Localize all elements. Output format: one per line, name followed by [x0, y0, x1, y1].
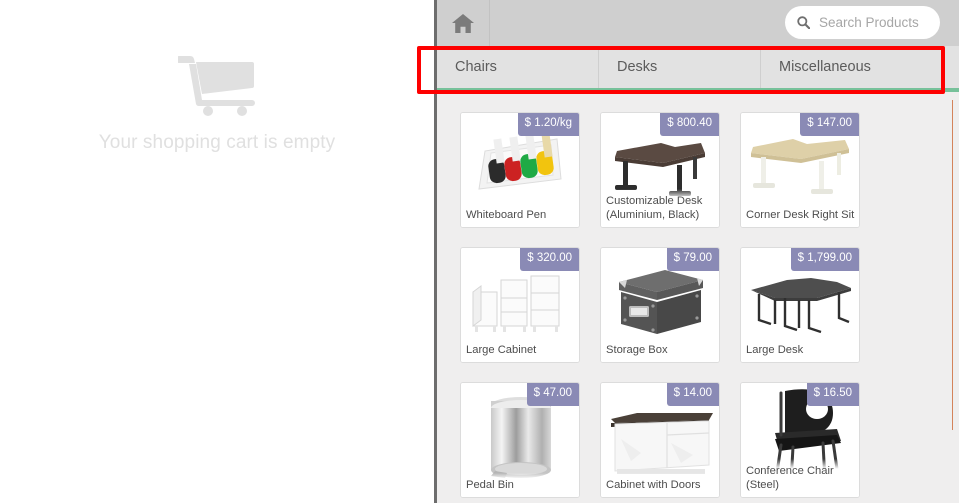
cart-empty-message: Your shopping cart is empty	[98, 132, 336, 153]
product-name: Large Desk	[741, 337, 859, 362]
product-card[interactable]: $ 800.40 Customizable Desk (Aluminium, B…	[600, 112, 720, 228]
cart-panel: Your shopping cart is empty	[0, 0, 434, 503]
price-badge: $ 1.20/kg	[517, 113, 579, 136]
price-badge: $ 47.00	[526, 383, 579, 406]
product-card[interactable]: $ 14.00 Cabinet with Doors	[600, 382, 720, 498]
product-card[interactable]: $ 147.00 Corner Desk Right Sit	[740, 112, 860, 228]
category-tabs: Chairs Desks Miscellaneous	[437, 46, 959, 88]
price-badge: $ 320.00	[520, 248, 579, 271]
price-badge: $ 1,799.00	[790, 248, 859, 271]
product-card[interactable]: $ 16.50 Conference Chair (Steel)	[740, 382, 860, 498]
price-badge: $ 79.00	[666, 248, 719, 271]
price-badge: $ 147.00	[800, 113, 859, 136]
product-name: Whiteboard Pen	[461, 202, 579, 227]
product-card[interactable]: $ 320.00 Large Cabinet	[460, 247, 580, 363]
home-icon	[452, 13, 474, 33]
price-badge: $ 16.50	[806, 383, 859, 406]
top-bar	[437, 0, 959, 46]
right-edge-rule	[952, 100, 953, 430]
pos-shop-screen: Your shopping cart is empty Search Produ…	[0, 0, 959, 503]
tab-miscellaneous[interactable]: Miscellaneous	[761, 46, 959, 88]
search-box[interactable]	[785, 6, 940, 39]
search-input[interactable]	[819, 15, 935, 30]
product-name: Customizable Desk (Aluminium, Black)	[601, 189, 719, 227]
product-name: Pedal Bin	[461, 472, 579, 497]
tab-desks[interactable]: Desks	[599, 46, 761, 88]
tab-desks-label: Desks	[617, 59, 658, 75]
tab-chairs-label: Chairs	[455, 59, 497, 75]
product-card[interactable]: $ 79.00 Storage Box	[600, 247, 720, 363]
shopping-cart-icon	[175, 52, 256, 116]
tab-chairs[interactable]: Chairs	[437, 46, 599, 88]
product-name: Corner Desk Right Sit	[741, 202, 859, 227]
tab-miscellaneous-label: Miscellaneous	[779, 59, 871, 75]
product-row: $ 320.00 Large Cabinet $ 79.00 Storage B…	[460, 247, 959, 363]
product-name: Large Cabinet	[461, 337, 579, 362]
product-name: Conference Chair (Steel)	[741, 459, 859, 497]
product-name: Cabinet with Doors	[601, 472, 719, 497]
product-panel: Chairs Desks Miscellaneous	[434, 0, 959, 503]
product-card[interactable]: $ 47.00 Pedal Bin	[460, 382, 580, 498]
product-name: Storage Box	[601, 337, 719, 362]
product-card[interactable]: $ 1,799.00 Large Desk	[740, 247, 860, 363]
home-button[interactable]	[437, 0, 490, 46]
product-card[interactable]: $ 1.20/kg Whiteboard Pen	[460, 112, 580, 228]
product-row: $ 47.00 Pedal Bin $ 14.00 Cabinet with D…	[460, 382, 959, 498]
price-badge: $ 800.40	[660, 113, 719, 136]
price-badge: $ 14.00	[666, 383, 719, 406]
cart-empty-state: Your shopping cart is empty	[99, 52, 335, 154]
product-grid: $ 1.20/kg Whiteboard Pen $ 800.40 Custom…	[437, 92, 959, 503]
search-icon	[797, 16, 811, 30]
product-row: $ 1.20/kg Whiteboard Pen $ 800.40 Custom…	[460, 112, 959, 228]
